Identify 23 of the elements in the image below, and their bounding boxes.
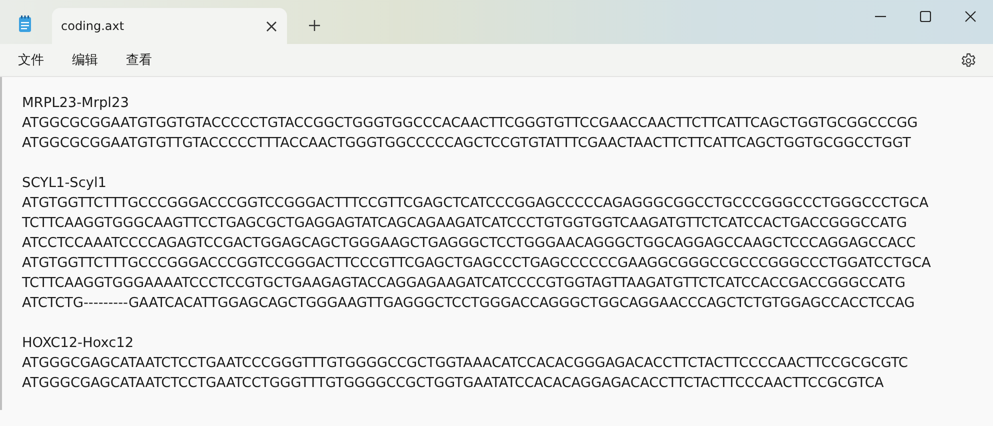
sequence-line: ATGGGCGAGCATAATCTCCTGAATCCTGGGTTTGTGGGGCCGCTGGTGAATATCCACACAGGAGACACCTTCTACTTCCCAACTTCCGCGTCA — [22, 374, 884, 393]
sequence-line: ATGGCGCGGAATGTGTTGTACCCCCTTTACCAACTGGGTGGCCCCCAGCTCCGTGTATTTCGAACTAACTTCTTCATTCAGCTGGTGCGGCCTGGT — [22, 134, 911, 153]
sequence-line: ATCTCTG---------GAATCACATTGGAGCAGCTGGGAAGTTGAGGGCTCCTGGGACCAGGGCTGGCAGGAACCCAGCTCTGTGGAGCCACCTCCAG — [22, 294, 915, 313]
sequence-line: ATGTGGTTCTTTGCCCGGGACCCGGTCCGGGACTTTCCGTTCGAGCTCATCCCGGAGCCCCCAGAGGGCGGCCTGCCCGGGCCCTGGGCCCTGCA — [22, 194, 928, 213]
heading-line: HOXC12-Hoxc12 — [22, 334, 134, 353]
add-tab-icon[interactable] — [309, 20, 320, 31]
menu-item[interactable]: 文件 — [18, 51, 44, 69]
maximize-icon[interactable] — [920, 11, 931, 22]
close-icon[interactable] — [266, 20, 277, 32]
sequence-line: ATGGGCGAGCATAATCTCCTGAATCCCGGGTTTGTGGGGCCGCTGGTAAACATCCACACGGGAGACACCTTCTACTTCCCCAACTTCCGCGCGTC — [22, 354, 908, 373]
tab[interactable]: coding.axt — [52, 8, 287, 44]
sequence-line: TCTTCAAGGTGGGCAAGTTCCTGAGCGCTGAGGAGTATCAGCAGAAGATCATCCCTGTGGTGGTCAAGATGTTCTCATCCACTGACCGGGCCATG — [22, 214, 907, 233]
notepad-icon — [18, 15, 32, 33]
menu-item[interactable]: 查看 — [126, 51, 152, 69]
sequence-line: ATGTGGTTCTTTGCCCGGGACCCGGTCCGGGACTTCCCGTTCGAGCTGAGCCCTGAGCCCCCCGAAGGCGGGCCGCCCGGGCCCTGGATCCTGCA — [22, 254, 931, 273]
sequence-line: TCTTCAAGGTGGGAAAATCCCTCCGTGCTGAAGAGTACCAGGAGAAGATCATCCCCGTGGTAGTTAAGATGTTCTCATCCACCGACCGGGCCATG — [22, 274, 906, 293]
heading-line: SCYL1-Scyl1 — [22, 174, 106, 193]
settings-icon[interactable] — [961, 52, 976, 68]
close-icon[interactable] — [965, 11, 976, 22]
sequence-line: ATCCTCCAAATCCCCAGAGTCCGACTGGAGCAGCTGGGAAGCTGAGGGCTCCTGGGAACAGGGCTGGCAGGAGCCAAGCTCCCAGGAGCCACC — [22, 234, 916, 253]
sequence-line: ATGGCGCGGAATGTGGTGTACCCCCTGTACCGGCTGGGTGGCCCACAACTTCGGGTGTTCCGAACCAACTTCTTCATTCAGCTGGTGCGGCCCGG — [22, 114, 918, 133]
menu-item[interactable]: 编辑 — [72, 51, 98, 69]
heading-line: MRPL23-Mrpl23 — [22, 94, 129, 113]
